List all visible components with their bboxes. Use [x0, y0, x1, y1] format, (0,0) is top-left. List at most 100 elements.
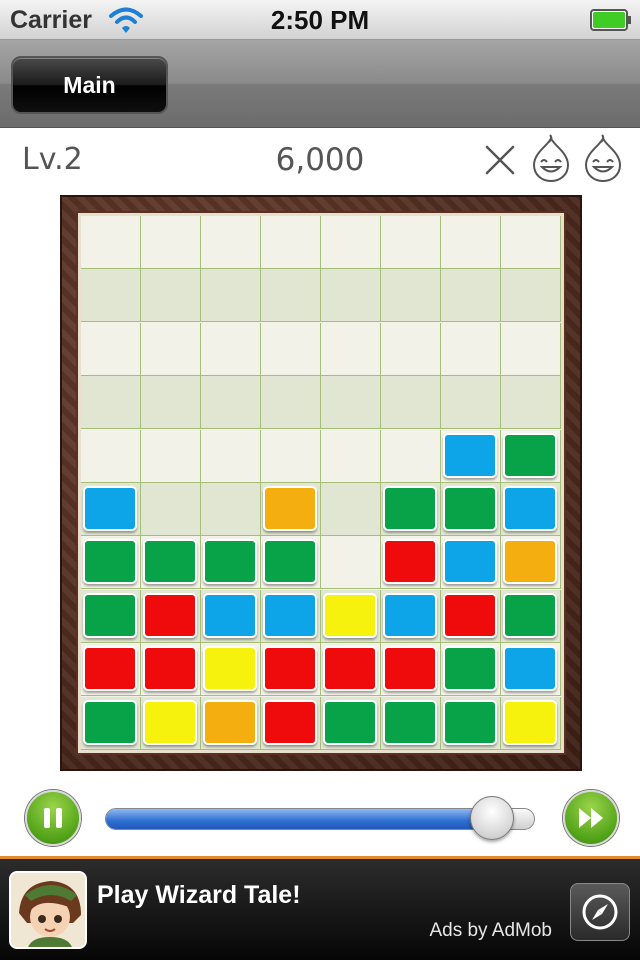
board-cell[interactable]: [201, 216, 261, 269]
board-cell[interactable]: [501, 322, 561, 376]
block[interactable]: [263, 486, 317, 531]
block[interactable]: [203, 592, 257, 638]
block[interactable]: [443, 646, 497, 692]
block[interactable]: [263, 699, 317, 745]
board-cell[interactable]: [321, 483, 381, 536]
ad-open-button[interactable]: [570, 883, 630, 941]
board-cell[interactable]: [201, 429, 261, 483]
board-cell[interactable]: [501, 216, 561, 269]
board-cell[interactable]: [201, 376, 261, 430]
board-cell[interactable]: [441, 269, 501, 323]
block[interactable]: [143, 592, 197, 638]
board-cell[interactable]: [141, 216, 201, 269]
board-cell[interactable]: [501, 376, 561, 430]
block[interactable]: [83, 646, 137, 692]
board-cell[interactable]: [201, 269, 261, 323]
block[interactable]: [143, 646, 197, 692]
score-label: 6,000: [275, 142, 365, 178]
board-cell[interactable]: [321, 322, 381, 376]
fast-forward-icon: [579, 808, 603, 828]
block[interactable]: [443, 699, 497, 745]
board-cell[interactable]: [381, 269, 441, 323]
board-cell[interactable]: [261, 322, 321, 376]
block[interactable]: [323, 592, 377, 638]
board-cell[interactable]: [321, 376, 381, 430]
ad-credit: Ads by AdMob: [429, 920, 552, 941]
board-cell[interactable]: [141, 376, 201, 430]
block[interactable]: [263, 539, 317, 585]
ad-avatar[interactable]: [9, 871, 87, 949]
board-cell[interactable]: [141, 322, 201, 376]
board-cell[interactable]: [501, 269, 561, 323]
board-cell[interactable]: [141, 483, 201, 536]
block[interactable]: [83, 486, 137, 531]
pause-button[interactable]: [25, 790, 81, 846]
block[interactable]: [263, 592, 317, 638]
block[interactable]: [503, 592, 557, 638]
compass-icon: [582, 894, 618, 930]
board-cell[interactable]: [261, 376, 321, 430]
board-cell[interactable]: [381, 216, 441, 269]
block[interactable]: [143, 539, 197, 585]
board-cell[interactable]: [201, 322, 261, 376]
block[interactable]: [323, 699, 377, 745]
board-cell[interactable]: [141, 429, 201, 483]
game-board[interactable]: [81, 216, 561, 750]
board-cell[interactable]: [441, 376, 501, 430]
board-cell[interactable]: [321, 216, 381, 269]
block[interactable]: [203, 539, 257, 585]
block[interactable]: [83, 539, 137, 585]
board-cell[interactable]: [441, 216, 501, 269]
game-info-bar: Lv.2 6,000: [0, 128, 640, 192]
board-cell[interactable]: [381, 429, 441, 483]
block[interactable]: [263, 646, 317, 692]
block[interactable]: [383, 539, 437, 585]
board-cell[interactable]: [321, 429, 381, 483]
board-cell[interactable]: [381, 376, 441, 430]
board-cell[interactable]: [261, 429, 321, 483]
smiley-drop-icon: [532, 134, 570, 183]
main-button[interactable]: Main: [11, 56, 168, 114]
board-cell[interactable]: [321, 536, 381, 590]
block[interactable]: [203, 699, 257, 745]
block[interactable]: [443, 592, 497, 638]
block[interactable]: [383, 646, 437, 692]
block[interactable]: [503, 432, 557, 478]
fast-forward-button[interactable]: [563, 790, 619, 846]
board-cell[interactable]: [261, 269, 321, 323]
board-cell[interactable]: [81, 216, 141, 269]
board-cell[interactable]: [141, 269, 201, 323]
board-cell[interactable]: [321, 269, 381, 323]
ad-banner[interactable]: Play Wizard Tale! Ads by AdMob: [0, 856, 640, 960]
block[interactable]: [503, 699, 557, 745]
board-cell[interactable]: [81, 322, 141, 376]
board-cell[interactable]: [381, 322, 441, 376]
board-cell[interactable]: [81, 429, 141, 483]
nav-bar: Main: [0, 40, 640, 128]
block[interactable]: [383, 592, 437, 638]
board-cell[interactable]: [81, 376, 141, 430]
wizard-character-icon: [11, 873, 85, 947]
block[interactable]: [503, 486, 557, 531]
block[interactable]: [143, 699, 197, 745]
board-cell[interactable]: [201, 483, 261, 536]
board-cell[interactable]: [441, 322, 501, 376]
block[interactable]: [383, 699, 437, 745]
block[interactable]: [203, 646, 257, 692]
block[interactable]: [443, 432, 497, 478]
block[interactable]: [503, 646, 557, 692]
block[interactable]: [83, 592, 137, 638]
block[interactable]: [503, 539, 557, 585]
block[interactable]: [383, 486, 437, 531]
block[interactable]: [323, 646, 377, 692]
board-cell[interactable]: [81, 269, 141, 323]
block[interactable]: [443, 539, 497, 585]
ad-title[interactable]: Play Wizard Tale!: [97, 881, 301, 910]
close-icon[interactable]: [482, 142, 518, 178]
pause-icon: [44, 808, 62, 828]
block[interactable]: [443, 486, 497, 531]
slider-thumb[interactable]: [470, 796, 514, 840]
board-cell[interactable]: [261, 216, 321, 269]
smiley-drop-icon: [584, 134, 622, 183]
block[interactable]: [83, 699, 137, 745]
